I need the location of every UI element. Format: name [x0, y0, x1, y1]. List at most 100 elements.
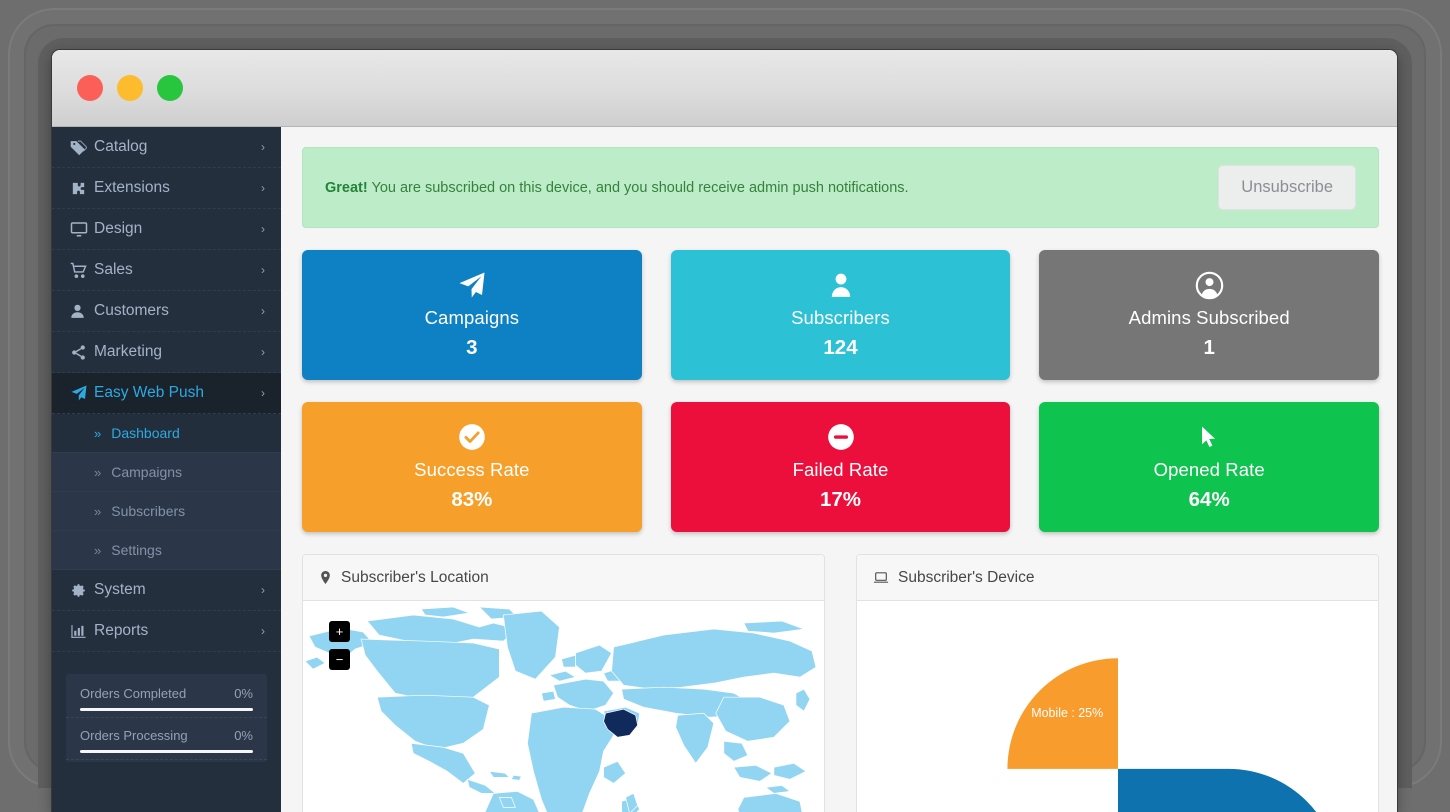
stat-card-subscribers[interactable]: Subscribers 124 — [670, 250, 1011, 380]
stat-card-title: Failed Rate — [792, 459, 889, 480]
user-icon — [679, 268, 1003, 302]
chevron-right-icon: › — [261, 222, 265, 236]
device-pie-chart-container: Mobile : 25% Desktop : 75% — [857, 601, 1378, 812]
stat-card-value: 3 — [466, 336, 478, 359]
sidebar-item-label: Customers — [94, 302, 169, 319]
sidebar-item-sales[interactable]: Sales › — [52, 250, 281, 291]
alert-message: Great! You are subscribed on this device… — [325, 180, 1218, 196]
window-maximize-button[interactable] — [157, 75, 183, 101]
check-circle-icon — [310, 420, 634, 454]
panel-header: Subscriber's Location — [303, 555, 824, 601]
chevron-right-icon: › — [261, 386, 265, 400]
sidebar-item-label: Design — [94, 220, 143, 237]
sidebar-item-campaigns[interactable]: » Campaigns — [52, 453, 281, 492]
sidebar-item-settings[interactable]: » Settings — [52, 531, 281, 570]
sidebar-item-subscribers[interactable]: » Subscribers — [52, 492, 281, 531]
user-circle-icon — [1047, 268, 1371, 302]
map-zoom-out-button[interactable]: − — [329, 649, 350, 670]
map-marker-icon — [319, 569, 332, 586]
chevron-right-icon: › — [261, 624, 265, 638]
stat-card-value: 1 — [1203, 336, 1215, 359]
stat-cards-row-1: Campaigns 3 Subscribers 124 Admins Subsc… — [302, 250, 1380, 380]
stat-card-campaigns[interactable]: Campaigns 3 — [302, 250, 642, 380]
sidebar-item-dashboard[interactable]: » Dashboard — [52, 414, 281, 453]
sidebar-item-label: Catalog — [94, 138, 148, 155]
sidebar-item-label: System — [94, 581, 146, 598]
chevron-right-icon: › — [261, 304, 265, 318]
sidebar-item-customers[interactable]: Customers › — [52, 291, 281, 332]
sidebar-stat-value: 0% — [234, 728, 253, 743]
sidebar-item-label: Marketing — [94, 343, 163, 360]
monitor-icon — [70, 220, 94, 238]
panel-title: Subscriber's Location — [341, 568, 489, 586]
pie-label-mobile: Mobile : 25% — [1031, 706, 1103, 720]
minus-circle-icon — [679, 420, 1003, 454]
cursor-arrow-icon — [1047, 420, 1371, 454]
sidebar-item-label: Extensions — [94, 179, 170, 196]
chevron-right-icon: › — [261, 263, 265, 277]
unsubscribe-button[interactable]: Unsubscribe — [1218, 165, 1356, 210]
stat-card-success-rate[interactable]: Success Rate 83% — [302, 402, 642, 532]
map-container[interactable]: + − — [303, 601, 824, 812]
chevron-right-icon: › — [261, 181, 265, 195]
stat-card-title: Admins Subscribed — [1128, 307, 1290, 328]
stat-card-opened-rate[interactable]: Opened Rate 64% — [1039, 402, 1380, 532]
share-icon — [70, 344, 94, 361]
double-chevron-icon: » — [94, 542, 102, 558]
stat-card-admins-subscribed[interactable]: Admins Subscribed 1 — [1039, 250, 1380, 380]
subscription-alert: Great! You are subscribed on this device… — [302, 147, 1379, 228]
map-zoom-controls: + − — [329, 621, 350, 670]
sidebar-item-design[interactable]: Design › — [52, 209, 281, 250]
sidebar-item-reports[interactable]: Reports › — [52, 611, 281, 652]
alert-body-text: You are subscribed on this device, and y… — [367, 179, 909, 196]
stat-card-title: Success Rate — [414, 459, 530, 480]
stat-card-failed-rate[interactable]: Failed Rate 17% — [670, 402, 1011, 532]
window-minimize-button[interactable] — [117, 75, 143, 101]
sidebar-item-label: Sales — [94, 261, 133, 278]
sidebar-stat-value: 0% — [234, 686, 253, 701]
sidebar-item-catalog[interactable]: Catalog › — [52, 127, 281, 168]
chevron-right-icon: › — [261, 583, 265, 597]
sidebar-item-easy-web-push[interactable]: Easy Web Push › — [52, 373, 281, 414]
stat-card-title: Subscribers — [791, 307, 890, 328]
main-content: Great! You are subscribed on this device… — [281, 127, 1397, 812]
stat-card-title: Campaigns — [424, 307, 520, 328]
laptop-icon — [873, 570, 889, 585]
chart-bar-icon — [70, 623, 94, 640]
double-chevron-icon: » — [94, 464, 102, 480]
user-icon — [70, 303, 94, 319]
tag-icon — [70, 139, 94, 156]
alert-strong-text: Great! — [325, 179, 368, 196]
puzzle-icon — [70, 180, 94, 197]
sidebar-stat-label: Orders Processing — [80, 728, 188, 743]
stat-card-value: 64% — [1188, 488, 1230, 511]
sidebar-subitem-label: Campaigns — [111, 464, 183, 480]
pie-slice-desktop — [1117, 768, 1317, 812]
sidebar-item-system[interactable]: System › — [52, 570, 281, 611]
sidebar-navigation: Catalog › Extensions › Design › Sales › … — [52, 127, 281, 812]
double-chevron-icon: » — [94, 425, 102, 441]
sidebar-item-label: Easy Web Push — [94, 384, 204, 401]
sidebar-stat-orders-completed: Orders Completed 0% — [66, 676, 267, 718]
sidebar-stat-label: Orders Completed — [80, 686, 187, 701]
sidebar-item-extensions[interactable]: Extensions › — [52, 168, 281, 209]
map-zoom-in-button[interactable]: + — [329, 621, 350, 642]
panels-row: Subscriber's Location + − Subscriber's D… — [302, 554, 1379, 812]
window-close-button[interactable] — [77, 75, 103, 101]
progress-bar — [80, 708, 253, 711]
world-map[interactable] — [303, 601, 824, 812]
sidebar-stats-panel: Orders Completed 0% Orders Processing 0% — [66, 674, 267, 762]
sidebar-subitem-label: Dashboard — [111, 425, 180, 441]
panel-title: Subscriber's Device — [898, 568, 1035, 586]
progress-bar — [80, 750, 253, 753]
stat-card-value: 17% — [819, 488, 862, 511]
sidebar-stat-orders-processing: Orders Processing 0% — [66, 718, 267, 760]
stat-card-title: Opened Rate — [1153, 459, 1265, 480]
double-chevron-icon: » — [94, 503, 102, 519]
panel-header: Subscriber's Device — [857, 555, 1378, 601]
subscribers-location-panel: Subscriber's Location + − — [302, 554, 825, 812]
cart-icon — [70, 262, 94, 279]
sidebar-item-marketing[interactable]: Marketing › — [52, 332, 281, 373]
gear-icon — [70, 582, 94, 599]
sidebar-subitem-label: Subscribers — [111, 503, 186, 519]
